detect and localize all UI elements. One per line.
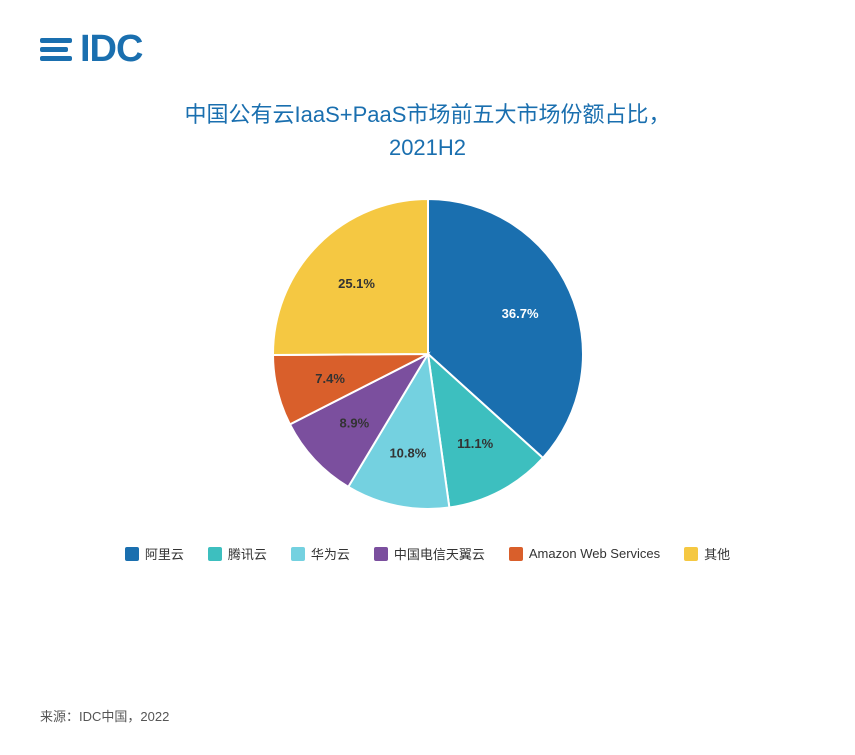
source-text: 来源：IDC中国，2022: [40, 706, 169, 725]
legend-color-dot: [125, 547, 139, 561]
idc-logo-icon: [40, 38, 72, 61]
legend-item: 华为云: [291, 544, 350, 563]
legend-label: 其他: [704, 544, 730, 563]
legend-color-dot: [208, 547, 222, 561]
chart-title-line2: 2021H2: [40, 131, 815, 164]
pie-chart: 36.7% 11.1% 10.8% 8.9% 7.4% 25.1%: [258, 184, 598, 524]
chart-title-line1: 中国公有云IaaS+PaaS市场前五大市场份额占比，: [40, 98, 815, 131]
legend-label: 中国电信天翼云: [394, 544, 485, 563]
legend-item: Amazon Web Services: [509, 544, 660, 563]
legend-color-dot: [291, 547, 305, 561]
legend-item: 其他: [684, 544, 730, 563]
legend-label: 华为云: [311, 544, 350, 563]
chart-area: 36.7% 11.1% 10.8% 8.9% 7.4% 25.1%: [40, 184, 815, 524]
chart-title: 中国公有云IaaS+PaaS市场前五大市场份额占比， 2021H2: [40, 98, 815, 164]
svg-text:36.7%: 36.7%: [501, 306, 538, 321]
legend-label: 阿里云: [145, 544, 184, 563]
legend-label: 腾讯云: [228, 544, 267, 563]
logo-text: IDC: [80, 30, 142, 68]
legend-item: 阿里云: [125, 544, 184, 563]
legend: 阿里云 腾讯云 华为云 中国电信天翼云 Amazon Web Services 其他: [40, 544, 815, 563]
svg-text:10.8%: 10.8%: [389, 446, 426, 461]
legend-color-dot: [374, 547, 388, 561]
svg-text:7.4%: 7.4%: [315, 371, 345, 386]
svg-text:8.9%: 8.9%: [339, 416, 369, 431]
legend-item: 中国电信天翼云: [374, 544, 485, 563]
logo-area: IDC: [40, 30, 142, 68]
svg-text:11.1%: 11.1%: [457, 436, 494, 451]
legend-color-dot: [684, 547, 698, 561]
legend-color-dot: [509, 547, 523, 561]
legend-item: 腾讯云: [208, 544, 267, 563]
legend-label: Amazon Web Services: [529, 546, 660, 561]
svg-text:25.1%: 25.1%: [338, 276, 375, 291]
